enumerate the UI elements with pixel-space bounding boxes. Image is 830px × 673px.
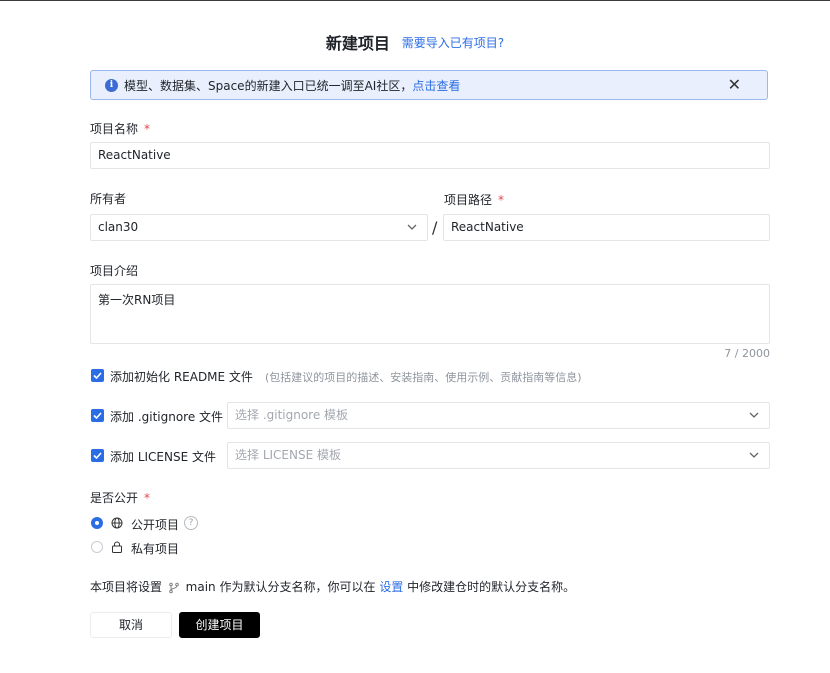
chevron-down-icon — [407, 215, 417, 250]
visibility-label-text: 是否公开 — [90, 491, 139, 505]
readme-checkbox[interactable] — [91, 369, 104, 382]
chevron-down-icon — [749, 443, 759, 478]
project-name-label: 项目名称 * — [90, 120, 150, 137]
description-label: 项目介绍 — [90, 264, 139, 278]
close-icon[interactable]: ✕ — [728, 76, 741, 94]
description-value: 第一次RN项目 — [98, 293, 176, 307]
project-path-label: 项目路径 * — [444, 191, 504, 208]
owner-label: 所有者 — [90, 192, 127, 206]
readme-option: 添加初始化 README 文件 (包括建议的项目的描述、安装指南、使用示例、贡献指… — [110, 368, 582, 385]
project-path-label-text: 项目路径 — [444, 193, 493, 207]
license-checkbox[interactable] — [91, 449, 104, 462]
readme-label: 添加初始化 README 文件 — [110, 370, 253, 384]
info-icon: i — [105, 78, 118, 92]
private-option-label: 私有项目 — [131, 542, 180, 556]
license-label: 添加 LICENSE 文件 — [110, 450, 216, 464]
notice-text: 模型、数据集、Space的新建入口已统一调至AI社区， — [124, 78, 413, 93]
private-radio[interactable] — [91, 541, 103, 553]
top-border — [0, 0, 830, 1]
project-path-input[interactable]: ReactNative — [443, 214, 770, 241]
required-mark: * — [498, 193, 505, 207]
import-project-link[interactable]: 需要导入已有项目? — [402, 36, 504, 50]
settings-link[interactable]: 设置 — [379, 580, 403, 594]
lock-icon — [112, 541, 122, 553]
note-suffix: 中修改建仓时的默认分支名称。 — [407, 580, 576, 594]
globe-icon — [111, 517, 123, 529]
readme-hint: (包括建议的项目的描述、安装指南、使用示例、贡献指南等信息) — [264, 371, 582, 384]
project-path-value: ReactNative — [451, 220, 524, 234]
note-prefix: 本项目将设置 — [90, 580, 163, 594]
required-mark: * — [144, 491, 151, 505]
visibility-label: 是否公开 * — [90, 489, 150, 506]
public-option-label: 公开项目 — [131, 518, 180, 532]
gitignore-placeholder: 选择 .gitignore 模板 — [235, 408, 349, 422]
chevron-down-icon — [749, 403, 759, 438]
owner-select[interactable]: clan30 — [90, 214, 428, 241]
page-header: 新建项目 需要导入已有项目? — [0, 30, 830, 54]
path-separator: / — [432, 218, 438, 237]
branch-icon — [169, 582, 179, 593]
note-middle: 作为默认分支名称，你可以在 — [219, 580, 376, 594]
description-counter: 7 / 2000 — [724, 347, 770, 360]
default-branch-note: 本项目将设置 main 作为默认分支名称，你可以在 设置 中修改建仓时的默认分支… — [90, 578, 575, 595]
cancel-button[interactable]: 取消 — [90, 612, 172, 638]
check-icon — [93, 412, 102, 420]
create-project-button[interactable]: 创建项目 — [179, 612, 260, 638]
gitignore-checkbox[interactable] — [91, 409, 104, 422]
notice-banner: i 模型、数据集、Space的新建入口已统一调至AI社区， 点击查看 ✕ — [90, 70, 768, 100]
description-textarea[interactable]: 第一次RN项目 — [90, 284, 770, 344]
help-icon[interactable]: ? — [184, 516, 198, 530]
project-name-label-text: 项目名称 — [90, 122, 139, 136]
branch-name: main — [185, 580, 216, 594]
notice-link[interactable]: 点击查看 — [412, 77, 460, 94]
check-icon — [93, 452, 102, 460]
check-icon — [93, 372, 102, 380]
owner-value: clan30 — [98, 220, 139, 234]
page-title: 新建项目 — [325, 34, 390, 53]
required-mark: * — [144, 122, 151, 136]
gitignore-label: 添加 .gitignore 文件 — [110, 410, 224, 424]
license-placeholder: 选择 LICENSE 模板 — [235, 448, 341, 462]
project-name-input[interactable]: ReactNative — [90, 142, 770, 169]
public-radio[interactable] — [91, 517, 103, 529]
gitignore-template-select[interactable]: 选择 .gitignore 模板 — [227, 402, 770, 429]
project-name-value: ReactNative — [98, 148, 171, 162]
license-template-select[interactable]: 选择 LICENSE 模板 — [227, 442, 770, 469]
